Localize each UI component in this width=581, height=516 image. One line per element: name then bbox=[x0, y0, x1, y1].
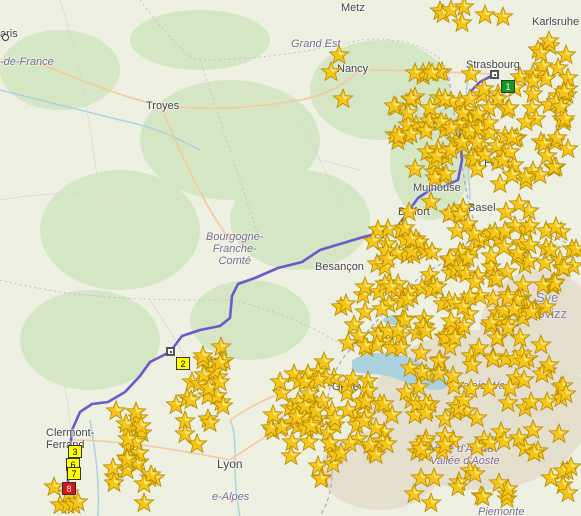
poi-star-icon[interactable] bbox=[513, 369, 535, 391]
waypoint-strasbourg[interactable] bbox=[490, 70, 499, 79]
poi-star-icon[interactable] bbox=[494, 220, 516, 242]
stage-marker-3[interactable]: 3 bbox=[68, 445, 82, 458]
poi-star-icon[interactable] bbox=[554, 108, 576, 130]
poi-star-icon[interactable] bbox=[434, 434, 456, 456]
poi-star-icon[interactable] bbox=[410, 438, 432, 460]
poi-star-icon[interactable] bbox=[353, 410, 375, 432]
poi-star-icon[interactable] bbox=[397, 288, 419, 310]
poi-star-icon[interactable] bbox=[492, 149, 514, 171]
stage-marker-8[interactable]: 8 bbox=[62, 482, 76, 495]
poi-star-icon[interactable] bbox=[116, 448, 138, 470]
poi-star-icon[interactable] bbox=[457, 247, 479, 269]
poi-star-icon[interactable] bbox=[420, 492, 442, 514]
poi-star-icon[interactable] bbox=[497, 392, 519, 414]
poi-star-icon[interactable] bbox=[269, 371, 291, 393]
poi-star-icon[interactable] bbox=[467, 103, 489, 125]
poi-star-icon[interactable] bbox=[339, 432, 361, 454]
poi-star-icon[interactable] bbox=[560, 456, 581, 478]
poi-star-icon[interactable] bbox=[133, 492, 155, 514]
poi-star-icon[interactable] bbox=[298, 383, 320, 405]
poi-star-icon[interactable] bbox=[507, 242, 529, 264]
poi-star-icon[interactable] bbox=[199, 412, 221, 434]
map-view[interactable]: Grand Est Bourgogne- Franche- Comté e-Al… bbox=[0, 0, 581, 516]
place-label-lyon: Lyon bbox=[217, 457, 243, 471]
poi-star-icon[interactable] bbox=[415, 402, 437, 424]
poi-star-icon[interactable] bbox=[545, 216, 567, 238]
poi-star-icon[interactable] bbox=[460, 378, 482, 400]
poi-star-icon[interactable] bbox=[464, 463, 486, 485]
poi-star-icon[interactable] bbox=[540, 239, 562, 261]
poi-star-icon[interactable] bbox=[400, 123, 422, 145]
poi-star-icon[interactable] bbox=[466, 131, 488, 153]
poi-star-icon[interactable] bbox=[371, 298, 393, 320]
poi-star-icon[interactable] bbox=[355, 390, 377, 412]
poi-star-icon[interactable] bbox=[209, 371, 231, 393]
stage-marker-1[interactable]: 1 bbox=[501, 80, 515, 93]
poi-star-icon[interactable] bbox=[513, 350, 535, 372]
poi-star-icon[interactable] bbox=[519, 215, 541, 237]
poi-star-icon[interactable] bbox=[428, 363, 450, 385]
poi-star-icon[interactable] bbox=[415, 320, 437, 342]
poi-star-icon[interactable] bbox=[488, 472, 510, 494]
poi-star-icon[interactable] bbox=[286, 406, 308, 428]
poi-star-icon[interactable] bbox=[354, 276, 376, 298]
poi-star-icon[interactable] bbox=[180, 389, 202, 411]
place-label-metz: Metz bbox=[341, 2, 365, 14]
poi-star-icon[interactable] bbox=[565, 238, 581, 260]
poi-star-icon[interactable] bbox=[133, 473, 155, 495]
poi-star-icon[interactable] bbox=[328, 44, 350, 66]
poi-star-icon[interactable] bbox=[538, 354, 560, 376]
poi-star-icon[interactable] bbox=[503, 298, 525, 320]
poi-star-icon[interactable] bbox=[408, 376, 430, 398]
poi-star-icon[interactable] bbox=[310, 468, 332, 490]
poi-star-icon[interactable] bbox=[174, 423, 196, 445]
region-label-auvergne-rhone-alpes: e-Alpes bbox=[212, 491, 250, 503]
poi-star-icon[interactable] bbox=[103, 472, 125, 494]
poi-star-icon[interactable] bbox=[536, 145, 558, 167]
poi-star-icon[interactable] bbox=[376, 433, 398, 455]
poi-star-icon[interactable] bbox=[397, 102, 419, 124]
poi-star-icon[interactable] bbox=[423, 467, 445, 489]
poi-star-icon[interactable] bbox=[377, 248, 399, 270]
poi-star-icon[interactable] bbox=[480, 312, 502, 334]
waypoint-dijon[interactable] bbox=[166, 347, 175, 356]
poi-star-icon[interactable] bbox=[332, 88, 354, 110]
place-label-besancon: Besançon bbox=[315, 261, 364, 273]
poi-star-icon[interactable] bbox=[466, 436, 488, 458]
poi-star-icon[interactable] bbox=[209, 352, 231, 374]
poi-star-icon[interactable] bbox=[440, 0, 462, 21]
poi-star-icon[interactable] bbox=[493, 430, 515, 452]
poi-star-icon[interactable] bbox=[555, 383, 577, 405]
poi-star-icon[interactable] bbox=[463, 223, 485, 245]
poi-star-icon[interactable] bbox=[453, 315, 475, 337]
poi-star-icon[interactable] bbox=[400, 228, 422, 250]
poi-star-icon[interactable] bbox=[387, 319, 409, 341]
poi-star-icon[interactable] bbox=[466, 158, 488, 180]
poi-star-icon[interactable] bbox=[337, 332, 359, 354]
poi-star-icon[interactable] bbox=[404, 158, 426, 180]
poi-star-icon[interactable] bbox=[398, 201, 420, 223]
region-label-ile-de-france: -de-France bbox=[0, 56, 54, 68]
poi-star-icon[interactable] bbox=[419, 97, 441, 119]
poi-star-icon[interactable] bbox=[482, 348, 504, 370]
poi-star-icon[interactable] bbox=[466, 407, 488, 429]
poi-star-icon[interactable] bbox=[280, 445, 302, 467]
poi-star-icon[interactable] bbox=[421, 62, 443, 84]
poi-star-icon[interactable] bbox=[452, 296, 474, 318]
poi-star-icon[interactable] bbox=[492, 6, 514, 28]
stage-marker-2[interactable]: 2 bbox=[176, 357, 190, 370]
poi-star-icon[interactable] bbox=[548, 423, 570, 445]
city-dot-paris bbox=[2, 34, 9, 41]
poi-star-icon[interactable] bbox=[515, 111, 537, 133]
region-label-bourgogne-franche-comte: Bourgogne- Franche- Comté bbox=[206, 231, 264, 267]
poi-star-icon[interactable] bbox=[530, 42, 552, 64]
poi-star-icon[interactable] bbox=[522, 70, 544, 92]
place-label-karlsruhe: Karlsruhe bbox=[532, 16, 580, 28]
poi-star-icon[interactable] bbox=[532, 274, 554, 296]
place-label-troyes: Troyes bbox=[146, 100, 180, 112]
stage-marker-7[interactable]: 7 bbox=[67, 467, 81, 480]
